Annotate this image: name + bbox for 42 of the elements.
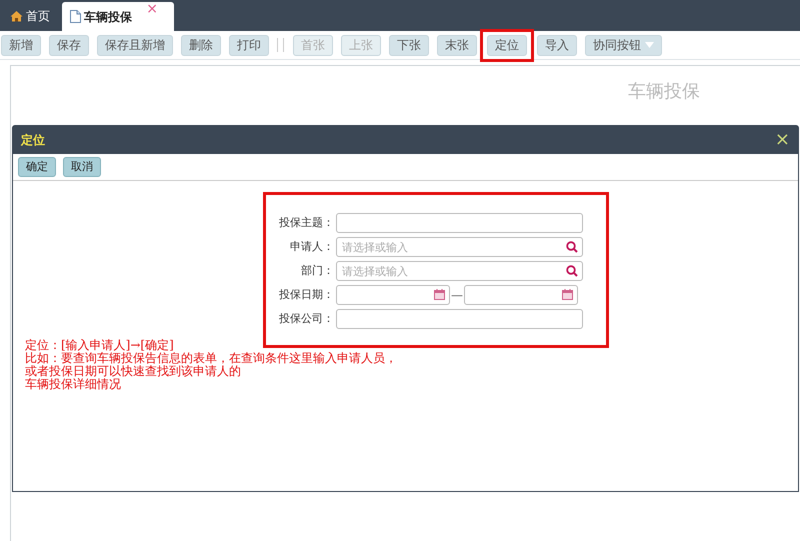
search-icon: [566, 265, 578, 277]
toolbar-button[interactable]: 保存且新增: [97, 34, 173, 56]
dialog-title: 定位: [21, 132, 45, 149]
field-label: 部门：: [300, 262, 335, 279]
input-field[interactable]: 请选择或输入: [336, 261, 583, 281]
input-field[interactable]: [336, 309, 583, 329]
separator-icon: [277, 36, 285, 54]
input-field[interactable]: [464, 285, 578, 305]
dialog-button[interactable]: 确定: [18, 157, 56, 177]
close-icon[interactable]: ×: [774, 131, 790, 149]
tab[interactable]: 首页: [2, 0, 58, 31]
toolbar-button[interactable]: 打印: [229, 34, 269, 56]
calendar-icon: [434, 289, 445, 300]
input-field[interactable]: [336, 213, 583, 233]
toolbar-button[interactable]: 导入: [537, 34, 577, 56]
toolbar-button[interactable]: 末张: [437, 34, 477, 56]
annotation-text: 车辆投保详细情况: [25, 378, 122, 391]
toolbar-button[interactable]: 定位: [487, 34, 527, 56]
toolbar-button[interactable]: 删除: [181, 34, 221, 56]
caret-icon: [645, 42, 654, 48]
close-icon[interactable]: ×: [146, 2, 158, 16]
calendar-icon: [562, 289, 573, 300]
document-icon: [70, 10, 81, 23]
annotation-text: 或者投保日期可以快速查找到该申请人的: [25, 365, 242, 378]
input-field[interactable]: 请选择或输入: [336, 237, 583, 257]
field-label: 投保公司：: [278, 310, 335, 327]
annotation-text: 定位：[输入申请人]→[确定]: [25, 339, 175, 352]
field-label: 申请人：: [289, 238, 335, 255]
dropdown-button[interactable]: 协同按钮: [585, 34, 662, 56]
toolbar-button[interactable]: 下张: [389, 34, 429, 56]
search-icon: [566, 241, 578, 253]
toolbar-button[interactable]: 保存: [49, 34, 89, 56]
field-label: 投保主题：: [278, 214, 335, 231]
field-label: 投保日期：: [278, 286, 335, 303]
dialog-button[interactable]: 取消: [63, 157, 101, 177]
tab[interactable]: 车辆投保 ×: [62, 2, 174, 31]
home-icon: [10, 10, 23, 22]
input-field[interactable]: [336, 285, 450, 305]
range-separator: —: [450, 287, 464, 304]
page-title: 车辆投保: [628, 80, 700, 104]
annotation-text: 比如：要查询车辆投保告信息的表单，在查询条件这里输入申请人员，: [25, 352, 397, 365]
toolbar-button[interactable]: 新增: [1, 34, 41, 56]
